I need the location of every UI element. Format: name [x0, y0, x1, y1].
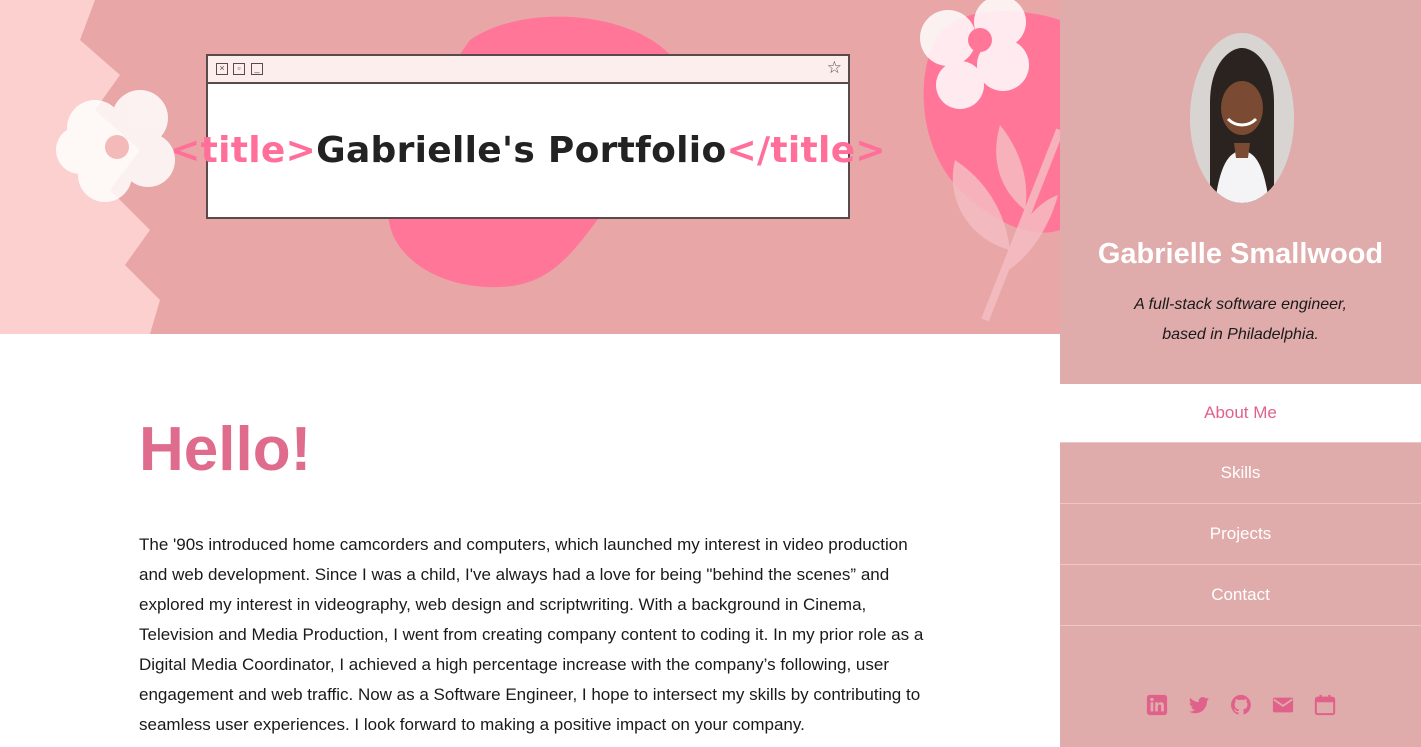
profile-name: Gabrielle Smallwood — [1097, 238, 1384, 270]
browser-titlebar: × ▫ _ ☆ — [208, 56, 848, 84]
avatar — [1190, 33, 1294, 203]
nav-item-contact[interactable]: Contact — [1060, 565, 1421, 626]
linkedin-icon[interactable] — [1146, 694, 1168, 716]
nav-item-skills[interactable]: Skills — [1060, 443, 1421, 504]
logo-name: Gabrielle's Portfolio — [316, 130, 727, 171]
header-banner: × ▫ _ ☆ <title> Gabrielle's Portfolio </… — [0, 0, 1060, 334]
logo-tag-close: </title> — [726, 130, 886, 171]
tagline-line: based in Philadelphia. — [1162, 326, 1319, 343]
logo-tag-open: <title> — [170, 130, 317, 171]
tagline-line: A full-stack software engineer, — [1134, 296, 1347, 313]
nav-item-about-me[interactable]: About Me — [1060, 384, 1421, 443]
minimize-icon: _ — [251, 63, 263, 75]
star-icon: ☆ — [826, 58, 842, 77]
browser-window-graphic: × ▫ _ ☆ <title> Gabrielle's Portfolio </… — [170, 54, 886, 219]
page-heading: Hello! — [139, 415, 312, 484]
close-icon: × — [216, 63, 228, 75]
avatar-portrait — [1190, 33, 1294, 203]
social-links — [1060, 694, 1421, 716]
twitter-icon[interactable] — [1188, 694, 1210, 716]
profile-tagline: A full-stack software engineer, based in… — [1060, 290, 1421, 350]
site-logo: <title> Gabrielle's Portfolio </title> — [170, 84, 885, 217]
email-icon[interactable] — [1272, 694, 1294, 716]
github-icon[interactable] — [1230, 694, 1252, 716]
maximize-icon: ▫ — [233, 63, 245, 75]
sidebar: Gabrielle Smallwood A full-stack softwar… — [1060, 0, 1421, 747]
sidebar-nav: About Me Skills Projects Contact — [1060, 384, 1421, 626]
about-paragraph: The '90s introduced home camcorders and … — [139, 535, 924, 734]
nav-item-projects[interactable]: Projects — [1060, 504, 1421, 565]
calendar-icon[interactable] — [1314, 694, 1336, 716]
